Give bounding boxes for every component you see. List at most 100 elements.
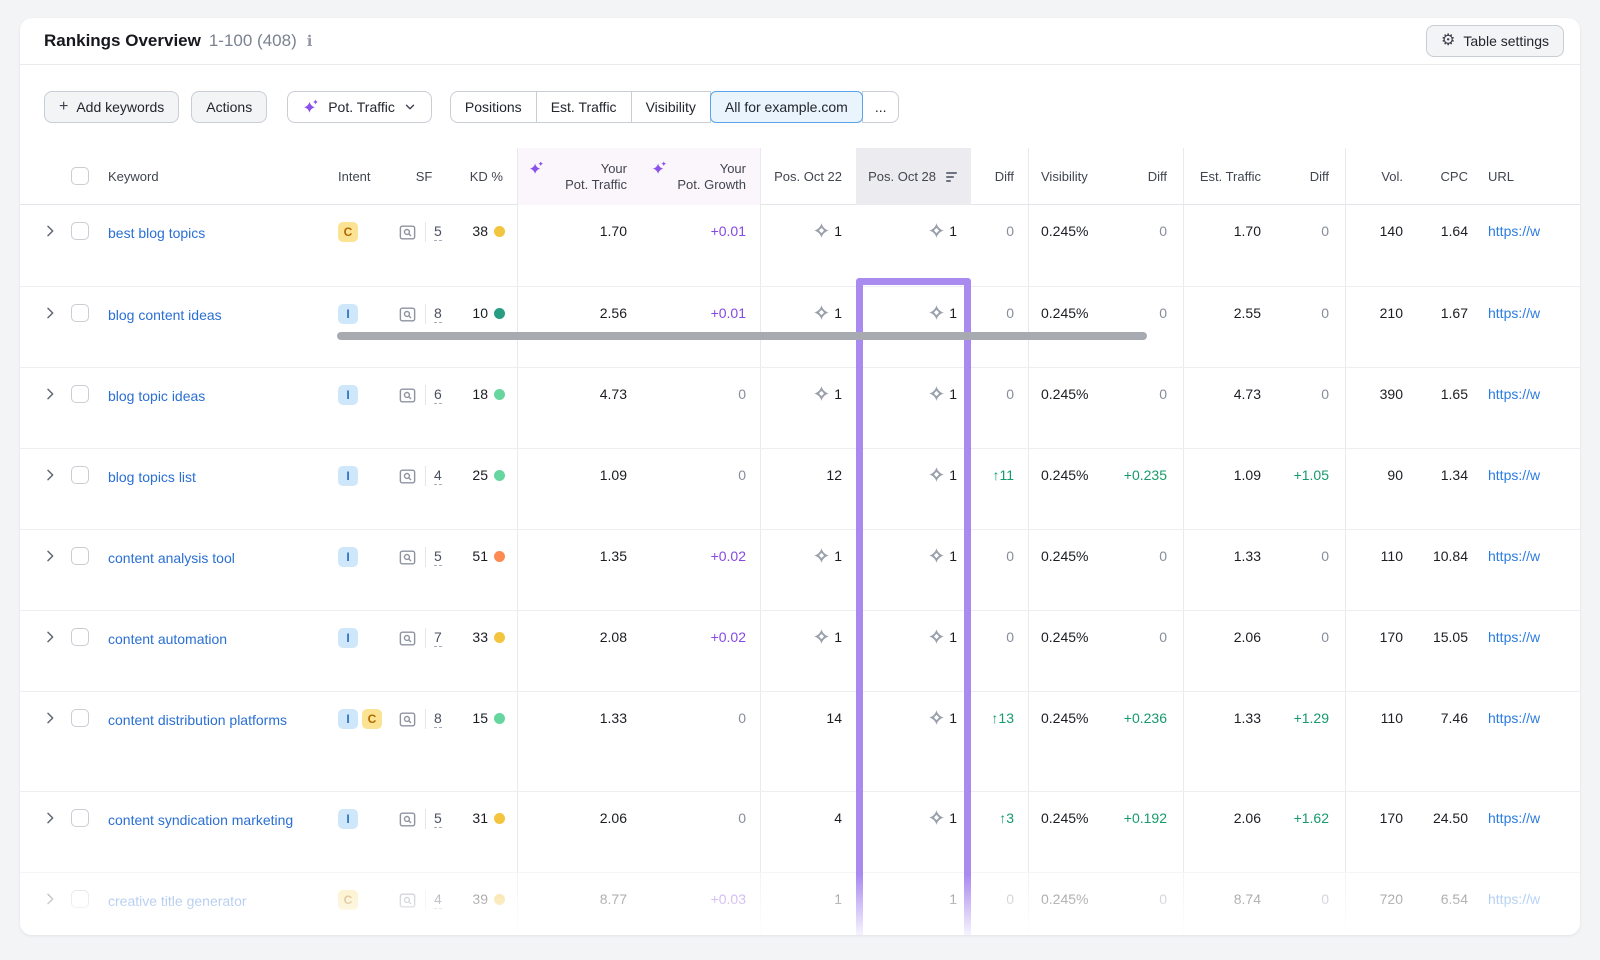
serp-features-icon[interactable] <box>398 223 417 245</box>
keyword-link[interactable]: creative title generator <box>108 891 247 911</box>
row-checkbox[interactable] <box>71 547 89 565</box>
keyword-link[interactable]: blog topics list <box>108 467 196 487</box>
position-diff-value: 0 <box>1006 223 1014 239</box>
keyword-link[interactable]: content syndication marketing <box>108 810 293 830</box>
serp-features-icon[interactable] <box>398 386 417 408</box>
row-expander[interactable] <box>20 368 64 448</box>
url-link[interactable]: https://w <box>1488 810 1540 826</box>
pos-oct22-cell: 12 <box>761 449 856 529</box>
serp-features-icon[interactable] <box>398 548 417 570</box>
col-visibility[interactable]: Visibility <box>1029 148 1107 205</box>
serp-features-icon[interactable] <box>398 710 417 732</box>
url-link[interactable]: https://w <box>1488 891 1540 907</box>
url-link[interactable]: https://w <box>1488 548 1540 564</box>
info-icon[interactable]: ℹ <box>307 32 313 50</box>
cpc-value: 15.05 <box>1433 629 1468 645</box>
add-keywords-button[interactable]: + Add keywords <box>44 91 179 123</box>
url-link[interactable]: https://w <box>1488 305 1540 321</box>
col-pos-oct28[interactable]: Pos. Oct 28 <box>856 148 971 205</box>
serp-features-count[interactable]: 5 <box>434 810 442 828</box>
divider <box>425 304 426 324</box>
tab-positions[interactable]: Positions <box>450 91 537 123</box>
row-expander[interactable] <box>20 449 64 529</box>
volume-cell: 720 <box>1346 873 1411 935</box>
col-est-traffic[interactable]: Est. Traffic <box>1184 148 1269 205</box>
serp-features-icon[interactable] <box>398 467 417 489</box>
tab-all-for-example-com[interactable]: All for example.com <box>710 91 863 123</box>
url-link[interactable]: https://w <box>1488 629 1540 645</box>
col-pos-oct22[interactable]: Pos. Oct 22 <box>761 148 856 205</box>
col-sf[interactable]: SF <box>392 148 456 205</box>
row-checkbox[interactable] <box>71 466 89 484</box>
serp-features-count[interactable]: 8 <box>434 710 442 728</box>
serp-features-icon[interactable] <box>398 629 417 651</box>
serp-features-icon[interactable] <box>398 891 417 913</box>
more-tabs-button[interactable]: ... <box>862 91 900 123</box>
serp-features-count[interactable]: 5 <box>434 223 442 241</box>
keyword-link[interactable]: blog content ideas <box>108 305 222 325</box>
serp-features-count[interactable]: 8 <box>434 305 442 323</box>
serp-features-count[interactable]: 6 <box>434 386 442 404</box>
col-intent[interactable]: Intent <box>330 148 392 205</box>
row-expander[interactable] <box>20 611 64 691</box>
col-pot-growth[interactable]: YourPot. Growth <box>641 148 761 205</box>
row-checkbox[interactable] <box>71 222 89 240</box>
tab-est-traffic[interactable]: Est. Traffic <box>536 91 632 123</box>
table-header-row: Keyword Intent SF KD % YourPot. Traffic … <box>20 148 1580 205</box>
row-checkbox[interactable] <box>71 628 89 646</box>
cpc-cell: 1.64 <box>1411 205 1476 286</box>
serp-features-icon[interactable] <box>398 810 417 832</box>
keyword-link[interactable]: blog topic ideas <box>108 386 205 406</box>
url-link[interactable]: https://w <box>1488 710 1540 726</box>
metric-dropdown[interactable]: Pot. Traffic <box>287 91 432 123</box>
tab-visibility[interactable]: Visibility <box>631 91 711 123</box>
col-diff-1[interactable]: Diff <box>971 148 1029 205</box>
pot-traffic-value: 2.56 <box>600 305 627 321</box>
keyword-link[interactable]: content analysis tool <box>108 548 235 568</box>
serp-features-count[interactable]: 4 <box>434 891 442 909</box>
row-expander[interactable] <box>20 692 64 791</box>
cpc-value: 1.64 <box>1441 223 1468 239</box>
sparkles-icon <box>302 98 320 116</box>
col-diff-3[interactable]: Diff <box>1269 148 1346 205</box>
col-diff-2[interactable]: Diff <box>1107 148 1184 205</box>
url-link[interactable]: https://w <box>1488 386 1540 402</box>
volume-value: 110 <box>1381 710 1403 726</box>
ai-overview-diamond-icon <box>928 547 945 567</box>
est-traffic-diff-cell: 0 <box>1269 530 1346 610</box>
horizontal-scrollbar[interactable] <box>337 332 1147 340</box>
pot-growth-value: +0.02 <box>711 548 746 564</box>
serp-features-count[interactable]: 5 <box>434 548 442 566</box>
serp-features-count[interactable]: 4 <box>434 467 442 485</box>
visibility-diff-cell: +0.235 <box>1107 449 1184 529</box>
select-all-checkbox[interactable] <box>71 167 89 185</box>
keyword-link[interactable]: content distribution platforms <box>108 710 287 730</box>
row-expander[interactable] <box>20 205 64 286</box>
actions-button[interactable]: Actions <box>191 91 267 123</box>
table-settings-button[interactable]: ⚙ Table settings <box>1426 25 1564 57</box>
url-link[interactable]: https://w <box>1488 467 1540 483</box>
row-expander[interactable] <box>20 530 64 610</box>
row-checkbox[interactable] <box>71 385 89 403</box>
row-checkbox[interactable] <box>71 709 89 727</box>
row-checkbox[interactable] <box>71 304 89 322</box>
serp-features-count[interactable]: 7 <box>434 629 442 647</box>
row-checkbox[interactable] <box>71 890 89 908</box>
row-expander[interactable] <box>20 873 64 935</box>
col-url[interactable]: URL <box>1476 148 1580 205</box>
row-checkbox[interactable] <box>71 809 89 827</box>
col-keyword[interactable]: Keyword <box>100 148 330 205</box>
serp-features-icon[interactable] <box>398 305 417 327</box>
visibility-cell: 0.245% <box>1029 205 1107 286</box>
row-expander[interactable] <box>20 792 64 872</box>
url-link[interactable]: https://w <box>1488 223 1540 239</box>
keyword-link[interactable]: best blog topics <box>108 223 205 243</box>
col-cpc[interactable]: CPC <box>1411 148 1476 205</box>
col-kd[interactable]: KD % <box>456 148 518 205</box>
col-pot-traffic[interactable]: YourPot. Traffic <box>518 148 641 205</box>
col-vol[interactable]: Vol. <box>1346 148 1411 205</box>
page-title: Rankings Overview <box>44 31 201 51</box>
est-traffic-value: 4.73 <box>1234 386 1261 402</box>
keyword-link[interactable]: content automation <box>108 629 227 649</box>
row-expander[interactable] <box>20 287 64 367</box>
